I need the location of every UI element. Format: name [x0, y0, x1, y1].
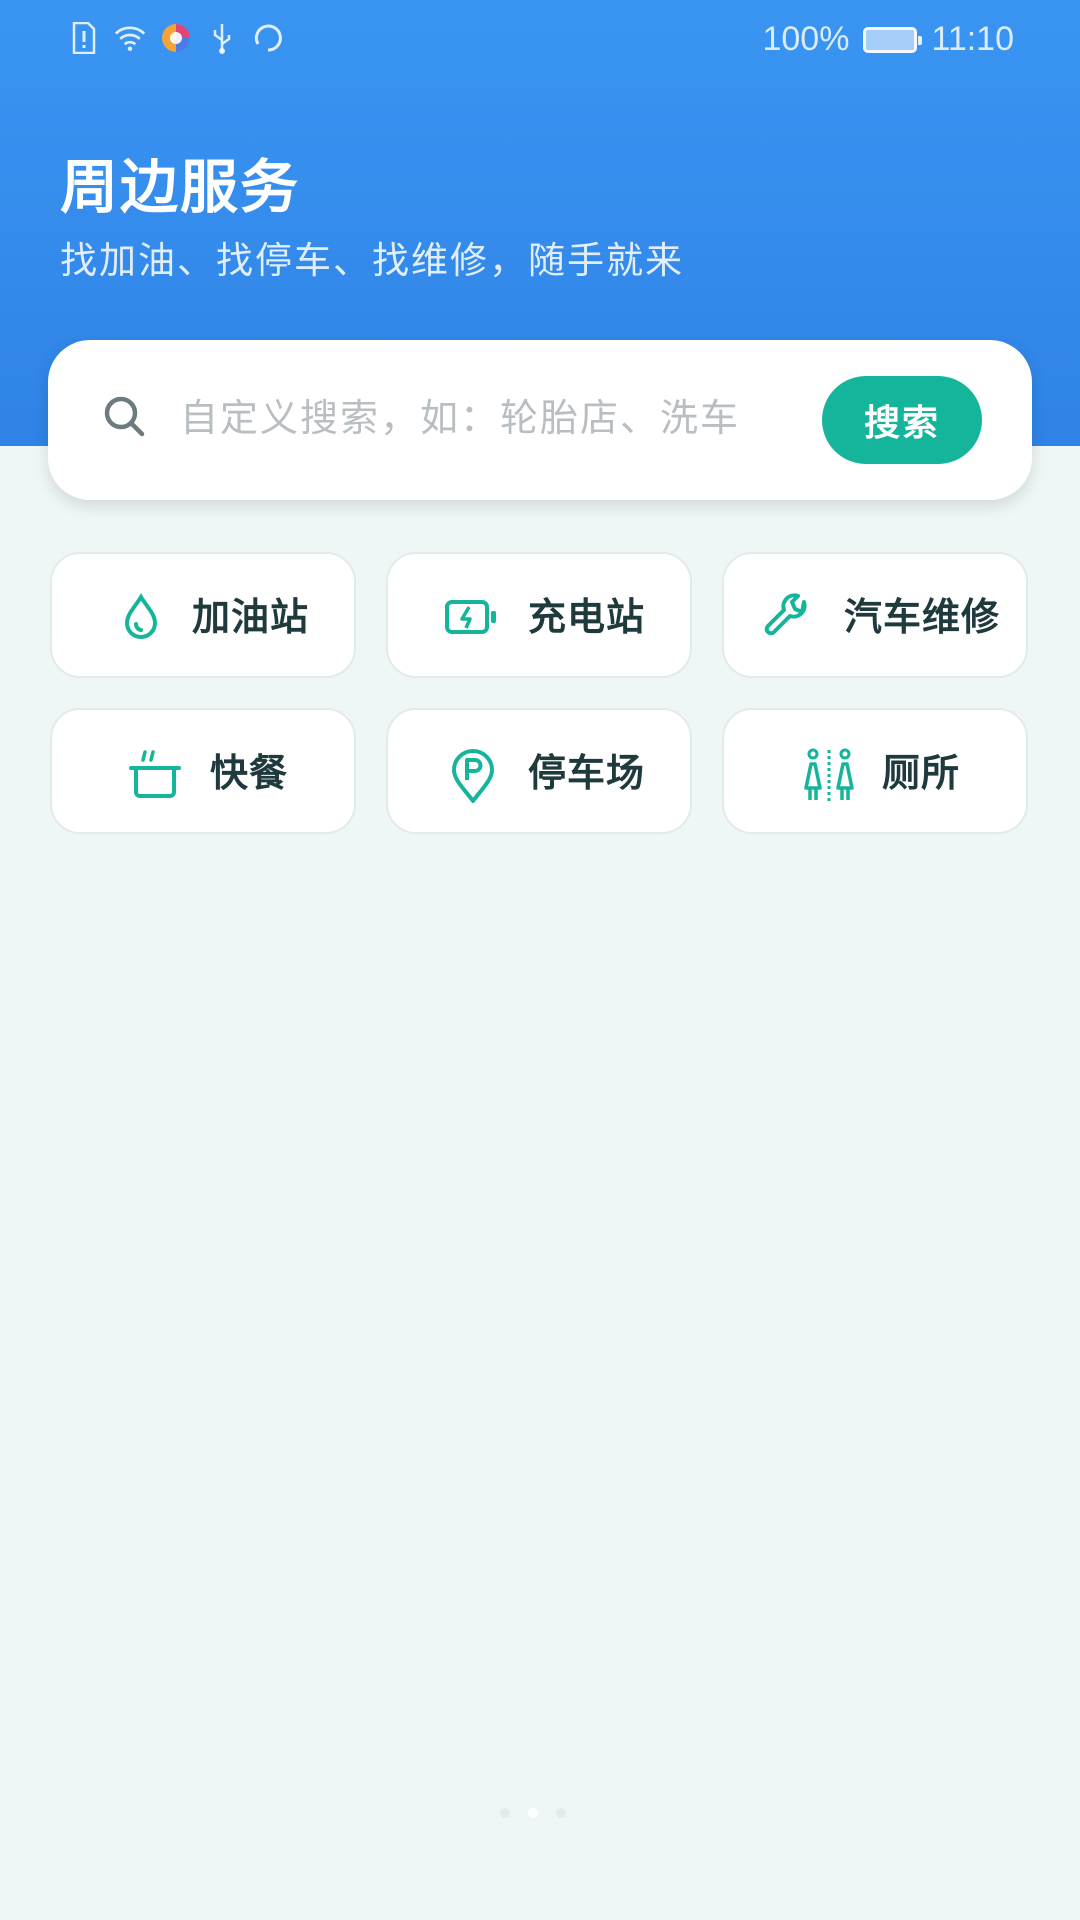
service-tile-fast-food[interactable]: 快餐 [50, 708, 356, 834]
search-button[interactable]: 搜索 [822, 376, 982, 464]
browser-icon [160, 22, 192, 54]
usb-icon [206, 22, 238, 54]
search-icon [100, 392, 150, 442]
charging-battery-icon [444, 592, 496, 642]
search-input[interactable] [180, 388, 780, 448]
food-bowl-icon [128, 748, 181, 798]
sim-alert-icon [68, 22, 100, 54]
battery-icon [863, 26, 923, 53]
service-tile-parking[interactable]: 停车场 [386, 708, 692, 834]
service-label: 汽车维修 [844, 595, 1001, 639]
status-bar: 100% 11:10 [0, 0, 1080, 86]
fuel-drop-icon [116, 592, 166, 642]
restroom-icon [802, 748, 854, 802]
battery-percent: 100% [762, 20, 850, 58]
page-subtitle: 找加油、找停车、找维修，随手就来 [60, 239, 684, 282]
page-title: 周边服务 [60, 153, 301, 221]
service-label: 厕所 [882, 751, 961, 795]
service-tile-charging-station[interactable]: 充电站 [386, 552, 692, 678]
service-label: 加油站 [192, 595, 310, 639]
service-tile-car-repair[interactable]: 汽车维修 [722, 552, 1028, 678]
page-dot [500, 1808, 510, 1818]
service-label: 停车场 [528, 751, 646, 795]
sync-icon [252, 22, 284, 54]
service-tile-gas-station[interactable]: 加油站 [50, 552, 356, 678]
wrench-icon [762, 592, 812, 642]
page-dot [556, 1808, 566, 1818]
clock-time: 11:10 [931, 20, 1014, 58]
wifi-icon [114, 22, 146, 54]
service-tile-restroom[interactable]: 厕所 [722, 708, 1028, 834]
service-label: 快餐 [210, 751, 289, 795]
parking-pin-icon [450, 748, 500, 803]
page-dot-active [528, 1808, 538, 1818]
page-indicator [500, 1808, 566, 1818]
service-label: 充电站 [528, 595, 646, 639]
